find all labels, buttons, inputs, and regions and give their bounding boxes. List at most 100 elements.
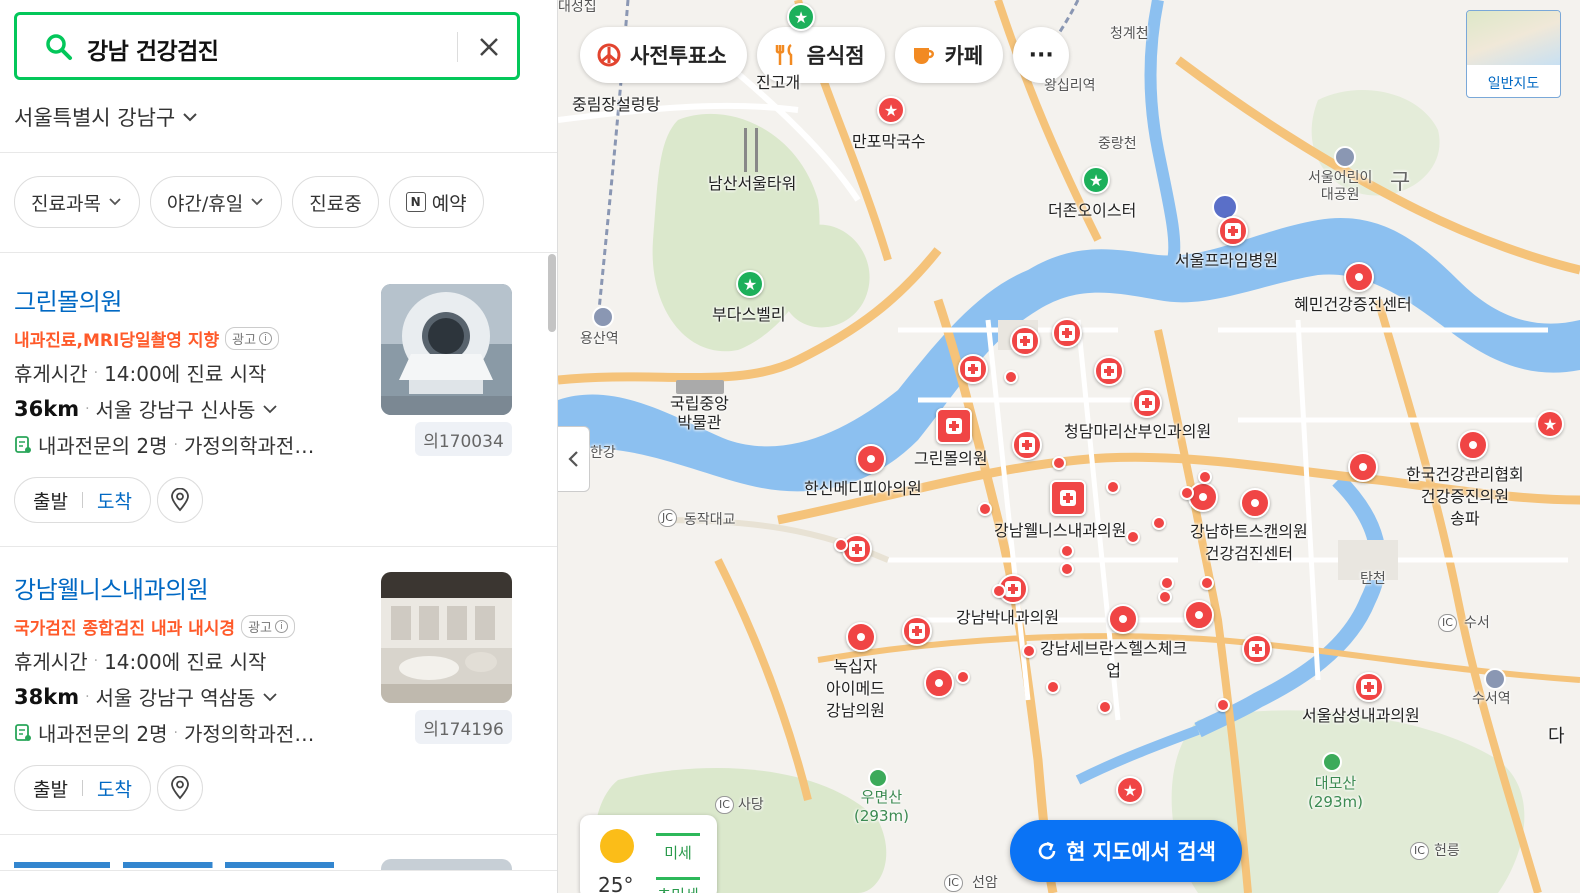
map-label[interactable]: 부다스벨리 <box>712 304 786 326</box>
map-label[interactable]: 국립중앙 박물관 <box>670 394 729 432</box>
hospital-marker[interactable] <box>958 354 988 384</box>
hospital-marker-selected[interactable] <box>1050 480 1086 516</box>
map-type-toggle[interactable]: 일반지도 <box>1466 10 1561 98</box>
map-label[interactable]: 한신메디피아의원 <box>804 478 922 500</box>
map-label[interactable]: 서울삼성내과의원 <box>1302 705 1420 727</box>
map-label[interactable]: 우면산 (293m) <box>854 788 909 826</box>
location-dot[interactable] <box>1106 480 1120 494</box>
map-label[interactable]: 서울어린이 대공원 <box>1308 170 1372 204</box>
location-dot[interactable] <box>1180 486 1194 500</box>
location-marker[interactable] <box>1108 604 1138 634</box>
location-marker[interactable] <box>846 622 876 652</box>
result-card[interactable]: 강남웰니스내과의원 국가검진 종합검진 내과 내시경 광고 i 휴게시간 · 14:0… <box>0 542 548 834</box>
map-label[interactable]: 그린몰의원 <box>914 448 988 470</box>
location-dot[interactable] <box>978 502 992 516</box>
place-name-link[interactable]: 강남웰니스내과의원 <box>14 570 209 605</box>
map-label[interactable]: 수서역 <box>1472 688 1511 710</box>
map-pin-button[interactable] <box>157 765 203 811</box>
location-marker[interactable] <box>1344 262 1374 292</box>
map-label[interactable]: 대성집 <box>558 0 597 18</box>
map-label[interactable]: 왕십리역 <box>1044 75 1096 97</box>
result-card-partial[interactable] <box>14 858 340 870</box>
search-query[interactable]: 강남 건강검진 <box>87 32 219 66</box>
location-dot[interactable] <box>1198 470 1212 484</box>
favorite-star-icon[interactable]: ★ <box>1082 166 1110 194</box>
favorite-star-icon[interactable]: ★ <box>1536 410 1564 438</box>
location-dot[interactable] <box>1098 700 1112 714</box>
category-cafe-button[interactable]: 카페 <box>894 27 1004 83</box>
location-dot[interactable] <box>992 584 1006 598</box>
ad-badge[interactable]: 광고 i <box>225 327 280 350</box>
favorite-star-icon[interactable]: ★ <box>1116 776 1144 804</box>
place-name-link[interactable]: 그린몰의원 <box>14 282 122 317</box>
filter-open-now[interactable]: 진료중 <box>292 176 379 228</box>
map-label[interactable]: 녹십자 아이메드 강남의원 <box>826 656 885 722</box>
location-dot[interactable] <box>1046 680 1060 694</box>
ad-badge[interactable]: 광고 i <box>241 615 295 638</box>
map-label[interactable]: 청담마리산부인과의원 <box>1064 421 1211 443</box>
map-label[interactable]: 대모산 (293m) <box>1308 774 1363 812</box>
location-dot[interactable] <box>834 538 848 552</box>
favorite-star-icon[interactable]: ★ <box>877 96 905 124</box>
depart-button[interactable]: 출발 <box>33 775 68 802</box>
close-icon[interactable] <box>473 31 505 63</box>
location-dot[interactable] <box>1022 644 1036 658</box>
map-pin-button[interactable] <box>157 477 203 523</box>
filter-night-holiday[interactable]: 야간/휴일 <box>149 176 283 228</box>
hospital-marker[interactable] <box>1052 318 1082 348</box>
depart-button[interactable]: 출발 <box>33 487 68 514</box>
location-dot[interactable] <box>1158 590 1172 604</box>
map-view[interactable]: 사전투표소 음식점 카페 ··· 일반지도 중림장설렁탕 진고개 만포막국수 남… <box>558 0 1580 893</box>
scrollbar-thumb[interactable] <box>548 254 556 332</box>
location-dot[interactable] <box>1216 698 1230 712</box>
map-label[interactable]: 용산역 <box>580 328 619 350</box>
search-input[interactable]: 강남 건강검진 <box>14 12 520 80</box>
location-marker[interactable] <box>856 444 886 474</box>
location-dot[interactable] <box>1126 530 1140 544</box>
weather-widget[interactable]: 25° 미세 초미세 <box>580 815 717 893</box>
location-dot[interactable] <box>1060 544 1074 558</box>
map-label[interactable]: 강남하트스캔의원 건강검진센터 <box>1190 521 1308 565</box>
result-card[interactable]: 그린몰의원 내과진료,MRI당일촬영 지향 광고 i 휴게시간 · 14:00에 진료… <box>0 254 548 546</box>
location-dot[interactable] <box>1160 576 1174 590</box>
location-dot[interactable] <box>1152 516 1166 530</box>
favorite-star-icon[interactable]: ★ <box>787 3 815 31</box>
filter-department[interactable]: 진료과목 <box>14 176 140 228</box>
hospital-marker[interactable] <box>1354 672 1384 702</box>
location-marker[interactable] <box>1240 488 1270 518</box>
subway-icon[interactable] <box>1484 668 1506 690</box>
location-marker[interactable] <box>1348 452 1378 482</box>
location-dot[interactable] <box>1004 370 1018 384</box>
search-this-area-button[interactable]: 현 지도에서 검색 <box>1010 820 1242 882</box>
hospital-marker[interactable] <box>1218 216 1248 246</box>
hospital-marker[interactable] <box>1012 430 1042 460</box>
location-dot[interactable] <box>1052 456 1066 470</box>
hospital-marker[interactable] <box>902 616 932 646</box>
hospital-marker[interactable] <box>1094 356 1124 386</box>
location-dot[interactable] <box>1200 576 1214 590</box>
category-vote-button[interactable]: 사전투표소 <box>580 27 747 83</box>
hospital-marker[interactable] <box>1010 326 1040 356</box>
filter-reservation[interactable]: N 예약 <box>388 176 484 228</box>
distance-address[interactable]: 36km · 서울 강남구 신사동 <box>14 394 279 423</box>
place-photo[interactable] <box>381 284 512 415</box>
map-label[interactable]: 남산서울타워 <box>708 173 796 195</box>
location-marker[interactable] <box>924 668 954 698</box>
museum-icon[interactable] <box>676 380 724 394</box>
favorite-star-icon[interactable]: ★ <box>736 270 764 298</box>
tower-icon[interactable] <box>744 128 758 172</box>
map-label[interactable]: 서울프라임병원 <box>1175 250 1278 272</box>
hospital-marker[interactable] <box>1132 388 1162 418</box>
map-label[interactable]: 강남박내과의원 <box>956 607 1059 629</box>
arrive-button[interactable]: 도착 <box>97 487 132 514</box>
region-selector[interactable]: 서울특별시 강남구 <box>14 102 199 132</box>
map-label[interactable]: 혜민건강증진센터 <box>1294 294 1412 316</box>
location-dot[interactable] <box>956 670 970 684</box>
map-label[interactable]: 더존오이스터 <box>1048 200 1136 222</box>
map-label[interactable]: 강남세브란스헬스체크 업 <box>1040 638 1187 682</box>
mountain-icon[interactable] <box>868 768 888 788</box>
hospital-marker-selected[interactable] <box>936 408 972 444</box>
map-label[interactable]: 강남웰니스내과의원 <box>994 520 1126 542</box>
hospital-marker[interactable] <box>1242 634 1272 664</box>
location-dot[interactable] <box>1060 562 1074 576</box>
